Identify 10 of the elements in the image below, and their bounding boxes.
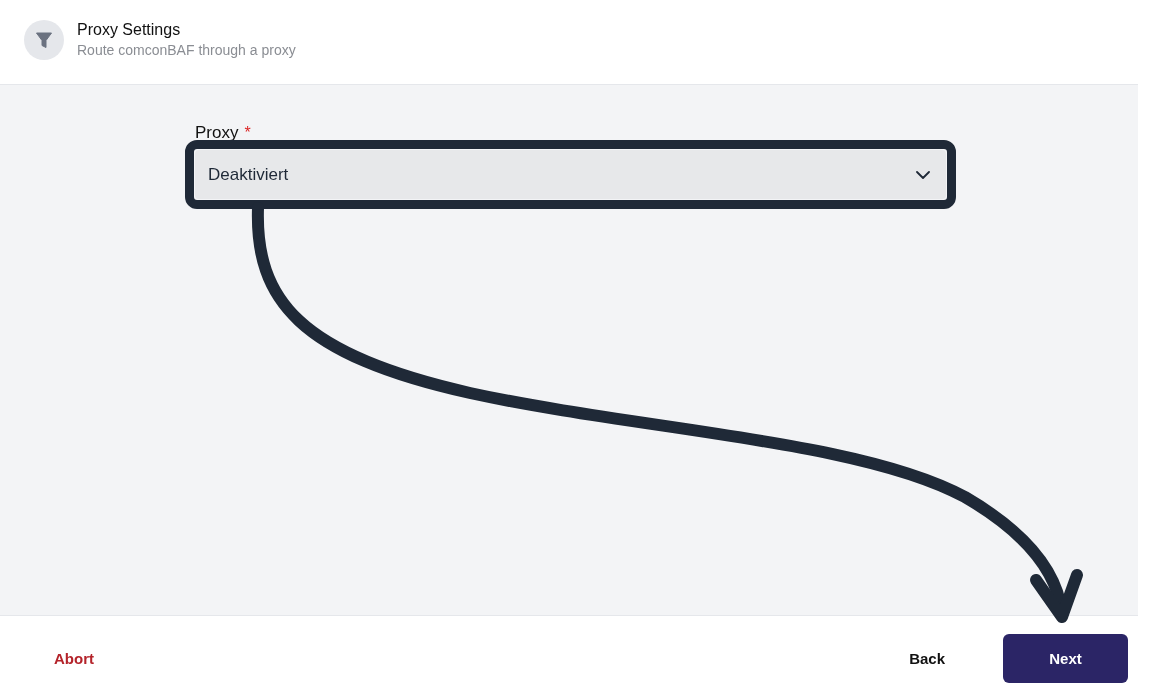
chevron-down-icon xyxy=(916,170,930,179)
back-button[interactable]: Back xyxy=(891,633,963,683)
proxy-dropdown[interactable]: Deaktiviert xyxy=(195,150,946,199)
field-label: Proxy xyxy=(195,123,239,143)
next-button[interactable]: Next xyxy=(1003,633,1128,683)
page-title: Proxy Settings xyxy=(77,20,182,40)
filter-icon xyxy=(24,19,64,60)
page-subtitle: Route comconBAF through a proxy xyxy=(77,41,296,59)
abort-button[interactable]: Abort xyxy=(36,633,112,683)
required-mark: * xyxy=(244,123,251,143)
